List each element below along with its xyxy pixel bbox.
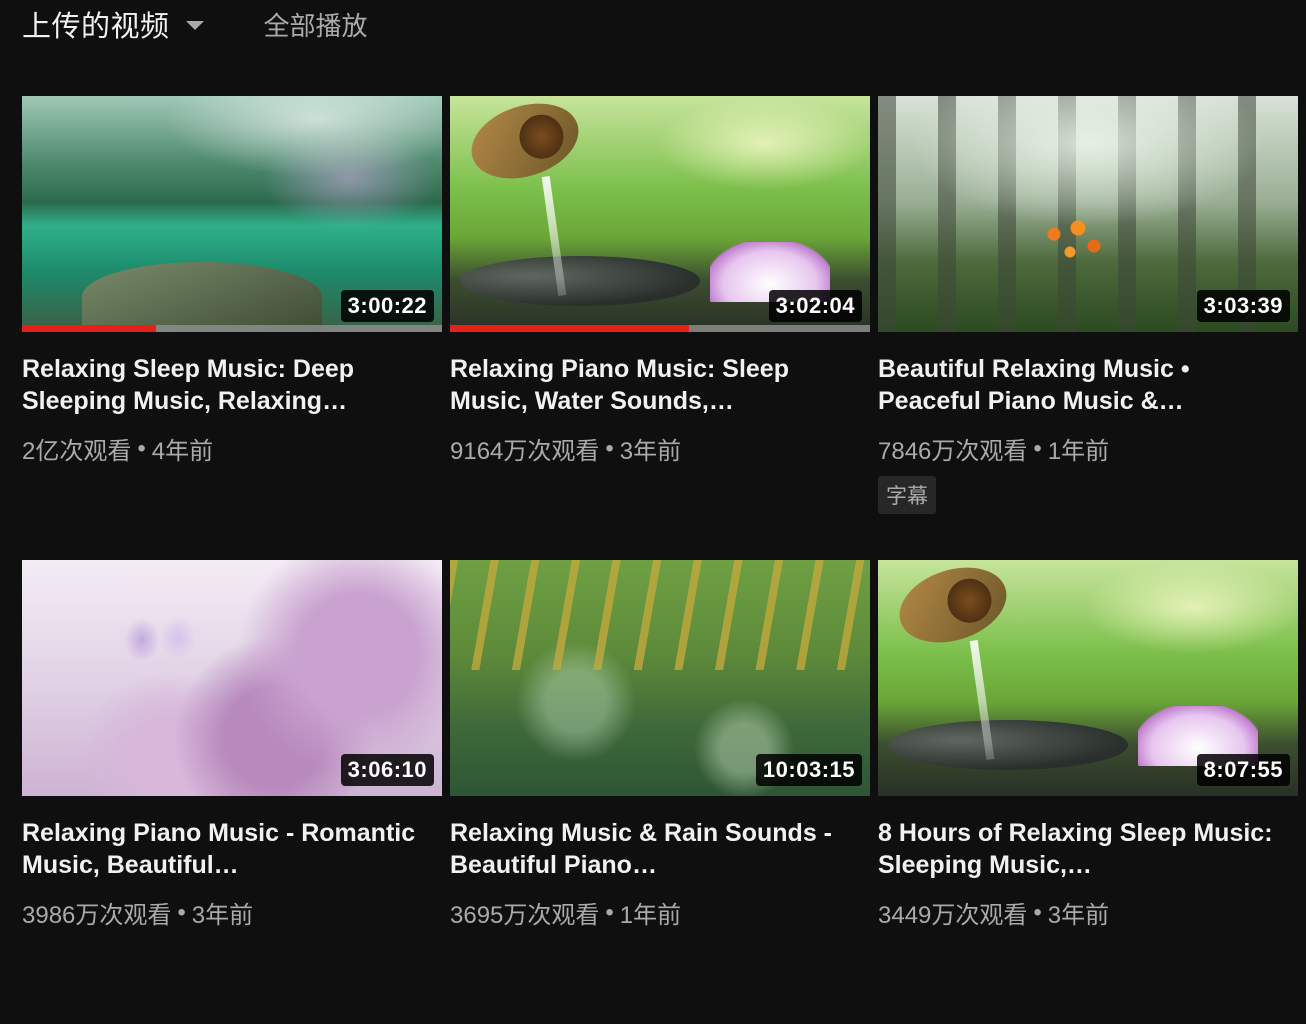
video-thumbnail[interactable]: 3:02:04 [450, 96, 870, 332]
video-card: 3:02:04 Relaxing Piano Music: Sleep Musi… [450, 96, 870, 560]
duration-badge: 3:03:39 [1196, 290, 1290, 322]
view-count: 3695万次观看 [450, 902, 600, 929]
upload-age: 3年前 [191, 902, 254, 929]
video-title[interactable]: 8 Hours of Relaxing Sleep Music: Sleepin… [878, 817, 1278, 881]
video-thumbnail[interactable]: 3:03:39 [878, 96, 1298, 332]
video-card: 3:06:10 Relaxing Piano Music - Romantic … [22, 560, 442, 1024]
video-meta: 7846万次观看 • 1年前 [878, 431, 1298, 466]
section-header: 上传的视频 全部播放 [22, 0, 368, 48]
video-title[interactable]: Relaxing Piano Music: Sleep Music, Water… [450, 353, 850, 417]
video-thumbnail[interactable]: 3:00:22 [22, 96, 442, 332]
video-grid: 3:00:22 Relaxing Sleep Music: Deep Sleep… [22, 96, 1298, 1024]
video-card: 3:03:39 Beautiful Relaxing Music • Peace… [878, 96, 1298, 560]
duration-badge: 10:03:15 [755, 754, 862, 786]
meta-separator: • [177, 898, 186, 926]
video-title[interactable]: Relaxing Piano Music - Romantic Music, B… [22, 817, 422, 881]
watch-progress-fill [22, 325, 157, 332]
meta-separator: • [605, 898, 614, 926]
view-count: 9164万次观看 [450, 438, 600, 465]
video-meta: 9164万次观看 • 3年前 [450, 431, 870, 466]
watch-progress-fill [450, 325, 690, 332]
video-thumbnail[interactable]: 8:07:55 [878, 560, 1298, 796]
meta-separator: • [1033, 434, 1042, 462]
section-title: 上传的视频 [22, 11, 170, 43]
upload-age: 3年前 [1047, 902, 1110, 929]
video-title[interactable]: Beautiful Relaxing Music • Peaceful Pian… [878, 353, 1278, 417]
caret-down-icon [185, 21, 204, 30]
video-card: 10:03:15 Relaxing Music & Rain Sounds - … [450, 560, 870, 1024]
meta-separator: • [605, 434, 614, 462]
video-meta: 3449万次观看 • 3年前 [878, 895, 1298, 930]
view-count: 3449万次观看 [878, 902, 1028, 929]
video-meta: 3986万次观看 • 3年前 [22, 895, 442, 930]
video-meta: 2亿次观看 • 4年前 [22, 431, 442, 466]
video-card: 8:07:55 8 Hours of Relaxing Sleep Music:… [878, 560, 1298, 1024]
watch-progress-bar [22, 325, 442, 332]
view-count: 2亿次观看 [22, 438, 132, 465]
watch-progress-bar [450, 325, 870, 332]
duration-badge: 3:00:22 [340, 290, 434, 322]
video-thumbnail[interactable]: 10:03:15 [450, 560, 870, 796]
meta-separator: • [137, 434, 146, 462]
video-meta: 3695万次观看 • 1年前 [450, 895, 870, 930]
sort-dropdown[interactable]: 上传的视频 [22, 3, 204, 45]
upload-age: 4年前 [151, 438, 214, 465]
video-thumbnail[interactable]: 3:06:10 [22, 560, 442, 796]
video-card: 3:00:22 Relaxing Sleep Music: Deep Sleep… [22, 96, 442, 560]
view-count: 3986万次观看 [22, 902, 172, 929]
video-title[interactable]: Relaxing Sleep Music: Deep Sleeping Musi… [22, 353, 422, 417]
meta-separator: • [1033, 898, 1042, 926]
upload-age: 1年前 [1047, 438, 1110, 465]
video-title[interactable]: Relaxing Music & Rain Sounds - Beautiful… [450, 817, 850, 881]
play-all-button[interactable]: 全部播放 [264, 6, 368, 43]
duration-badge: 8:07:55 [1196, 754, 1290, 786]
view-count: 7846万次观看 [878, 438, 1028, 465]
duration-badge: 3:06:10 [340, 754, 434, 786]
duration-badge: 3:02:04 [768, 290, 862, 322]
upload-age: 1年前 [619, 902, 682, 929]
subtitles-badge: 字幕 [878, 476, 936, 514]
upload-age: 3年前 [619, 438, 682, 465]
